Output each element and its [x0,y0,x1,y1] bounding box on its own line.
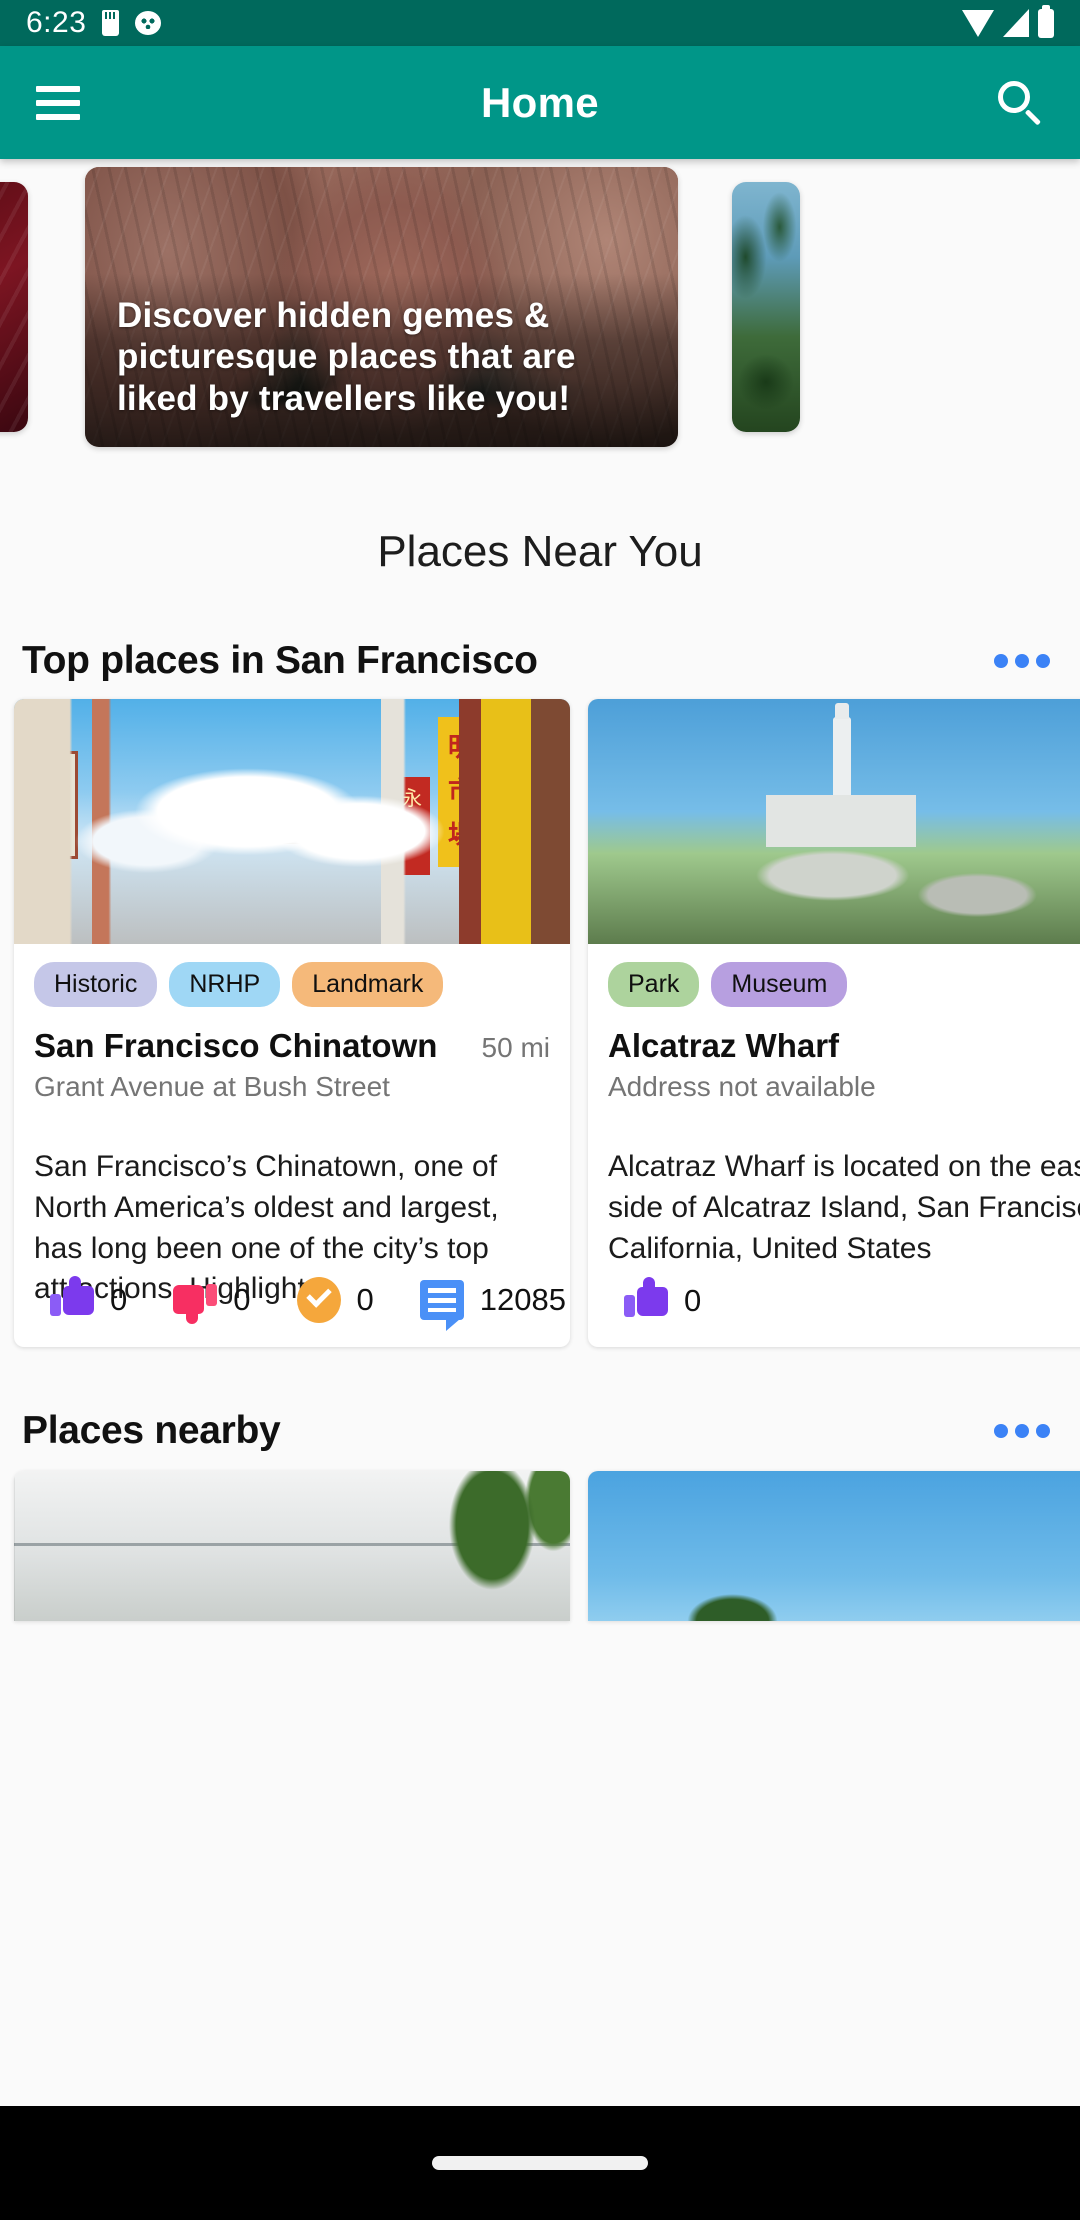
more-options-icon[interactable] [988,642,1056,680]
place-address: Grant Avenue at Bush Street [34,1071,390,1102]
place-action-bar: 0 0 0 12085 [14,1276,570,1331]
comment-icon[interactable] [419,1280,464,1331]
system-navigation-bar [0,2106,1080,2220]
section-header-places-nearby: Places nearby [0,1347,1080,1453]
place-title-row: Alcatraz Wharf [588,1007,1080,1065]
place-title: San Francisco Chinatown [34,1027,438,1064]
place-title-row: San Francisco Chinatown 50 mi [14,1007,570,1065]
place-title: Alcatraz Wharf [608,1027,840,1064]
comment-count: 12085 [479,1282,566,1317]
hero-carousel[interactable]: Discover hidden gemes & picturesque plac… [0,167,1080,459]
hamburger-menu-icon[interactable] [36,85,80,120]
search-icon[interactable] [996,79,1044,127]
app-screen: 6:23 Home Discover hidden gemes & pictur… [0,0,1080,2220]
verified-action[interactable]: 0 [296,1277,374,1323]
thumbs-down-icon[interactable] [173,1278,218,1324]
app-bar: Home [0,46,1080,159]
tag-chip[interactable]: Historic [34,962,158,1007]
place-description: Alcatraz Wharf is located on the east si… [608,1150,1080,1265]
cellular-signal-icon [1003,9,1029,37]
section-title: Places nearby [22,1409,281,1452]
place-distance: 50 mi [481,1032,550,1063]
hero-slide-next[interactable] [732,182,800,432]
tag-chip[interactable]: NRHP [169,962,281,1007]
tag-chip-list: Historic NRHP Landmark [14,944,570,1007]
section-heading-places-near-you: Places Near You [377,527,703,576]
comment-action[interactable]: 12085 [419,1280,566,1331]
tag-chip[interactable]: Landmark [292,962,444,1007]
page-title: Home [481,78,599,126]
hero-slide-previous[interactable] [0,182,28,432]
bug-icon [135,11,162,35]
status-bar-right [962,4,1054,38]
hero-caption: Discover hidden gemes & picturesque plac… [117,296,576,418]
like-action[interactable]: 0 [624,1277,702,1323]
dislike-count: 0 [233,1282,251,1317]
status-clock: 6:23 [26,6,87,39]
tag-chip[interactable]: Park [608,962,700,1007]
section-title: Top places in San Francisco [22,639,538,682]
nearby-card-list[interactable] [0,1471,1080,1621]
thumbs-up-icon[interactable] [624,1277,668,1323]
place-address: Address not available [608,1071,876,1102]
status-bar-left: 6:23 [26,6,162,40]
place-card[interactable]: Park Museum Alcatraz Wharf Address not a… [588,699,1080,1347]
tag-chip[interactable]: Museum [711,962,848,1007]
place-image [588,699,1080,944]
like-action[interactable]: 0 [50,1276,128,1322]
check-circle-icon[interactable] [296,1277,341,1323]
more-options-icon[interactable] [988,1412,1056,1450]
tag-chip-list: Park Museum [588,944,1080,1007]
status-bar: 6:23 [0,0,1080,46]
place-card[interactable]: Historic NRHP Landmark San Francisco Chi… [14,699,570,1347]
battery-icon [1038,4,1054,38]
section-header-top-places: Top places in San Francisco [0,577,1080,683]
place-card[interactable] [588,1471,1080,1621]
scroll-content[interactable]: Discover hidden gemes & picturesque plac… [0,159,1080,2106]
hero-slide-current[interactable]: Discover hidden gemes & picturesque plac… [85,167,678,447]
place-image [14,699,570,944]
home-gesture-pill[interactable] [432,2156,648,2170]
like-count: 0 [684,1283,702,1318]
sdcard-icon [102,10,120,36]
place-action-bar: 0 [588,1277,1080,1323]
place-card[interactable] [14,1471,570,1621]
places-card-list[interactable]: Historic NRHP Landmark San Francisco Chi… [0,699,1080,1347]
wifi-icon [962,9,994,37]
like-count: 0 [110,1282,128,1317]
thumbs-up-icon[interactable] [50,1276,94,1322]
verified-count: 0 [356,1282,374,1317]
dislike-action[interactable]: 0 [173,1278,251,1324]
